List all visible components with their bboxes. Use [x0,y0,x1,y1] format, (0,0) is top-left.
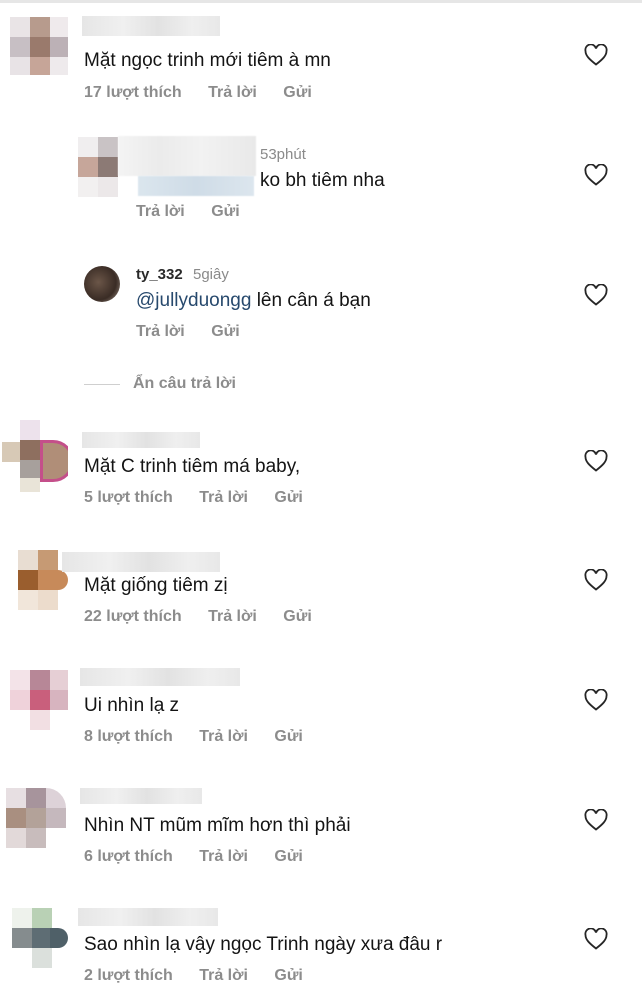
comment-body: @jullyduongg lên cân á bạn [136,290,371,312]
reply-button[interactable]: Trả lời [136,323,185,340]
username-blurred[interactable] [80,668,240,686]
username-blurred[interactable] [80,788,202,804]
avatar[interactable] [2,420,68,492]
likes-count[interactable]: 8 lượt thích [84,728,173,745]
send-button[interactable]: Gửi [274,728,302,745]
likes-count[interactable]: 22 lượt thích [84,608,182,625]
comment-text: Sao nhìn lạ vậy ngọc Trinh ngày xưa đâu … [84,934,443,955]
likes-count[interactable]: 6 lượt thích [84,848,173,865]
avatar[interactable] [78,137,118,197]
avatar[interactable] [18,550,68,610]
heart-outline-icon[interactable] [584,809,608,831]
comment-actions: Trả lời Gửi [136,323,262,341]
send-button[interactable]: Gửi [274,967,302,984]
comment-actions: 6 lượt thích Trả lời Gửi [84,848,325,866]
hide-replies-button[interactable]: Ẩn câu trả lời [133,375,236,393]
comment-actions: 22 lượt thích Trả lời Gửi [84,608,334,626]
heart-outline-icon[interactable] [584,928,608,950]
heart-outline-icon[interactable] [584,450,608,472]
comment-actions: 17 lượt thích Trả lời Gửi [84,84,334,102]
avatar[interactable] [10,670,68,732]
avatar[interactable] [10,17,68,75]
username-blurred[interactable] [118,136,256,176]
avatar[interactable] [84,266,120,302]
hide-replies-line [84,384,120,385]
send-button[interactable]: Gửi [283,84,311,101]
username-blurred [138,176,254,196]
username-blurred[interactable] [82,432,200,448]
top-divider [0,0,642,3]
comment-text: Mặt C trinh tiêm má baby, [84,456,301,477]
send-button[interactable]: Gửi [283,608,311,625]
likes-count[interactable]: 5 lượt thích [84,489,173,506]
send-button[interactable]: Gửi [274,848,302,865]
heart-outline-icon[interactable] [584,44,608,66]
reply-button[interactable]: Trả lời [199,848,248,865]
comment-actions: 2 lượt thích Trả lời Gửi [84,967,325,985]
reply-button[interactable]: Trả lời [208,608,257,625]
heart-outline-icon[interactable] [584,569,608,591]
heart-outline-icon[interactable] [584,164,608,186]
username[interactable]: ty_332 [136,266,183,283]
comment-time: 53phút [260,146,306,163]
likes-count[interactable]: 17 lượt thích [84,84,182,101]
avatar[interactable] [6,788,68,850]
username-blurred[interactable] [78,908,218,926]
comment-text: lên cân á bạn [251,290,371,311]
reply-button[interactable]: Trả lời [208,84,257,101]
username-blurred[interactable] [62,552,220,572]
send-button[interactable]: Gửi [274,489,302,506]
comment-text: Nhìn NT mũm mĩm hơn thì phải [84,815,351,836]
mention-link[interactable]: @jullyduongg [136,290,251,311]
reply-button[interactable]: Trả lời [136,203,185,220]
heart-outline-icon[interactable] [584,689,608,711]
username-blurred[interactable] [82,16,220,36]
reply-button[interactable]: Trả lời [199,489,248,506]
send-button[interactable]: Gửi [211,323,239,340]
avatar[interactable] [12,908,68,970]
comment-actions: 8 lượt thích Trả lời Gửi [84,728,325,746]
heart-outline-icon[interactable] [584,284,608,306]
comment-time: 5giây [193,266,229,283]
send-button[interactable]: Gửi [211,203,239,220]
likes-count[interactable]: 2 lượt thích [84,967,173,984]
comment-text: Mặt ngọc trinh mới tiêm à mn [84,50,331,71]
comment-text: ko bh tiêm nha [260,170,385,191]
reply-button[interactable]: Trả lời [199,728,248,745]
comment-text: Mặt giống tiêm zị [84,575,228,596]
comment-text: Ui nhìn lạ z [84,695,180,716]
comment-actions: Trả lời Gửi [136,203,262,221]
comment-actions: 5 lượt thích Trả lời Gửi [84,489,325,507]
reply-button[interactable]: Trả lời [199,967,248,984]
